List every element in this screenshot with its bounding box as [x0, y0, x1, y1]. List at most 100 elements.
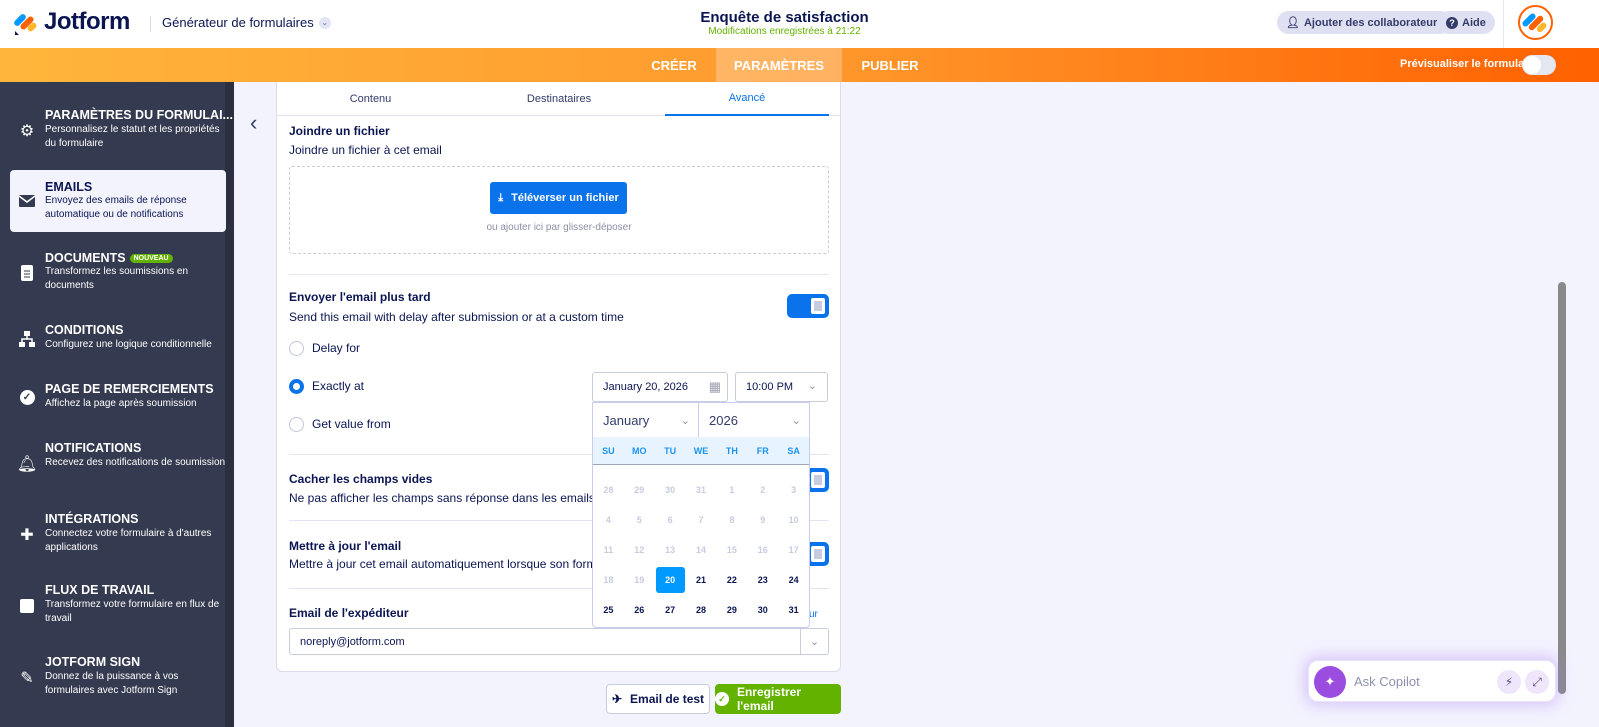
weekday-header: SU MO TU WE TH FR SA — [593, 437, 809, 465]
calendar-day: 31 — [696, 485, 707, 495]
sidebar-item-desc: Personnalisez le statut et les propriété… — [45, 124, 220, 149]
add-collaborators-button[interactable]: 👤︎ Ajouter des collaborateurs — [1277, 11, 1453, 34]
update-email-desc: Mettre à jour cet email automatiquement … — [289, 557, 597, 571]
upload-file-button[interactable]: ⤓ Téléverser un fichier — [490, 182, 627, 214]
send-later-title: Envoyer l'email plus tard — [289, 290, 431, 304]
calendar-day: 17 — [788, 545, 799, 555]
top-header: Jotform Générateur de formulaires ⌄ Enquê… — [0, 0, 1599, 48]
calendar-day: 7 — [698, 515, 704, 525]
sidebar-item-title: NOTIFICATIONS — [45, 441, 142, 455]
weekday-label: SU — [602, 446, 615, 456]
user-icon: 👤︎ — [1286, 17, 1300, 29]
ask-copilot-bar[interactable]: ✦ Ask Copilot ⚡︎ ⤢ — [1308, 660, 1556, 702]
calendar-day: 10 — [788, 515, 799, 525]
calendar-week: 11 12 13 14 15 16 17 — [593, 535, 809, 565]
scrollbar-thumb[interactable] — [1558, 282, 1566, 694]
calendar-day[interactable]: 22 — [717, 567, 746, 593]
copilot-input[interactable]: Ask Copilot — [1354, 674, 1420, 689]
calendar-icon: ▦ — [708, 379, 721, 394]
calendar-day[interactable]: 31 — [779, 597, 808, 623]
tab-avance[interactable]: Avancé — [665, 82, 829, 116]
sidebar-item-desc: Connectez votre formulaire à d'autres ap… — [45, 528, 212, 553]
month-select[interactable]: January ⌄ — [593, 403, 699, 437]
sidebar-item-title: JOTFORM SIGN — [45, 655, 141, 669]
month-value: January — [603, 412, 650, 428]
calendar-day: 18 — [603, 575, 614, 585]
calendar-day[interactable]: 23 — [748, 567, 777, 593]
time-select[interactable]: 10:00 PM ⌄ — [735, 372, 828, 402]
radio-get-value-from[interactable] — [289, 417, 304, 432]
calendar-day: 13 — [665, 545, 676, 555]
chevron-down-icon: ⌄ — [807, 380, 817, 392]
question-icon: ? — [1446, 16, 1458, 29]
date-input[interactable]: January 20, 2026 ▦ — [592, 372, 728, 402]
calendar-day: 14 — [696, 545, 707, 555]
calendar-day[interactable]: 29 — [717, 597, 746, 623]
calendar-day[interactable]: 20 — [655, 567, 685, 593]
tab-parametres[interactable]: PARAMÈTRES — [716, 48, 842, 82]
tab-creer[interactable]: CRÉER — [636, 48, 712, 82]
radio-label: Delay for — [312, 341, 361, 355]
sidebar-item-thank-you-page[interactable]: ✓ PAGE DE REMERCIEMENTS Affichez la page… — [10, 382, 226, 414]
calendar-week: 25 26 27 28 29 30 31 — [593, 595, 809, 625]
avatar[interactable] — [1518, 5, 1553, 40]
bell-icon: 🔔︎ — [16, 456, 38, 473]
calendar-day: 15 — [726, 545, 737, 555]
document-icon — [18, 264, 36, 282]
radio-exactly-at[interactable] — [289, 379, 304, 394]
pen-icon: ✎ — [20, 670, 34, 687]
sidebar-item-title: EMAILS — [45, 180, 93, 194]
preview-label: Prévisualiser le formulaire — [1400, 58, 1538, 70]
weekday-label: TH — [725, 446, 738, 456]
send-later-toggle[interactable] — [787, 294, 829, 318]
sidebar-item-emails[interactable]: EMAILS Envoyez des emails de réponse aut… — [10, 170, 226, 232]
sidebar-item-workflow[interactable]: FLUX DE TRAVAIL Transformez votre formul… — [10, 583, 226, 629]
calendar-day[interactable]: 30 — [748, 597, 777, 623]
calendar-day: 3 — [791, 485, 797, 495]
radio-delay-for[interactable] — [289, 341, 304, 356]
calendar-week: 28 29 30 31 1 2 3 — [593, 475, 809, 505]
calendar-day[interactable]: 21 — [687, 567, 716, 593]
lightning-icon[interactable]: ⚡︎ — [1497, 670, 1521, 694]
preview-toggle[interactable] — [1522, 55, 1556, 75]
calendar-day[interactable]: 24 — [779, 567, 808, 593]
workflow-icon — [18, 597, 36, 615]
year-select[interactable]: 2026 ⌄ — [699, 403, 809, 437]
date-picker: January ⌄ 2026 ⌄ SU MO TU WE TH FR SA 28 29 30 31 1 2… — [592, 402, 810, 628]
year-value: 2026 — [709, 412, 738, 428]
calendar-day: 8 — [729, 515, 735, 525]
save-email-label: Enregistrer l'email — [736, 685, 801, 713]
sidebar-item-integrations[interactable]: ✚ INTÉGRATIONS Connectez votre formulair… — [10, 512, 226, 558]
tab-contenu[interactable]: Contenu — [289, 82, 452, 116]
sidebar-item-jotform-sign[interactable]: ✎ JOTFORM SIGN Donnez de la puissance à … — [10, 655, 226, 701]
check-circle-icon: ✓ — [18, 388, 36, 406]
save-email-button[interactable]: ✓ Enregistrer l'email — [715, 684, 841, 714]
sidebar-item-documents[interactable]: DOCUMENTS NOUVEAU Transformez les soumiss… — [10, 250, 226, 296]
sidebar-item-form-settings[interactable]: ⚙ PARAMÈTRES DU FORMULAI... Personnalise… — [10, 104, 233, 154]
calendar-day: 6 — [667, 515, 673, 525]
calendar-day: 5 — [636, 515, 642, 525]
calendar-day[interactable]: 28 — [687, 597, 716, 623]
calendar-day[interactable]: 25 — [594, 597, 623, 623]
test-email-label: Email de test — [630, 692, 705, 706]
sidebar-item-notifications[interactable]: 🔔︎ NOTIFICATIONS Recevez des notificatio… — [10, 441, 226, 487]
calendar-day[interactable]: 27 — [656, 597, 685, 623]
back-chevron-icon[interactable]: ‹ — [250, 110, 257, 136]
radio-label: Exactly at — [312, 379, 365, 393]
sidebar-item-conditions[interactable]: CONDITIONS Configurez une logique condit… — [10, 323, 226, 355]
test-email-button[interactable]: ✈ Email de test — [606, 684, 710, 714]
weekday-label: TU — [664, 446, 677, 456]
sender-email-value: noreply@jotform.com — [300, 635, 405, 648]
hide-empty-desc: Ne pas afficher les champs sans réponse … — [289, 491, 595, 505]
expand-icon[interactable]: ⤢ — [1525, 670, 1549, 694]
calendar-day[interactable]: 26 — [625, 597, 654, 623]
sender-link[interactable]: ur — [809, 609, 818, 620]
weekday-label: MO — [632, 446, 647, 456]
help-button[interactable]: ? Aide — [1437, 11, 1495, 34]
time-value: 10:00 PM — [746, 381, 794, 393]
sender-email-select[interactable]: noreply@jotform.com ⌄ — [289, 628, 829, 655]
tab-publier[interactable]: PUBLIER — [846, 48, 934, 82]
page-scrollbar[interactable] — [1556, 82, 1568, 727]
chevron-down-icon: ⌄ — [680, 414, 690, 427]
tab-destinataires[interactable]: Destinataires — [477, 82, 641, 116]
